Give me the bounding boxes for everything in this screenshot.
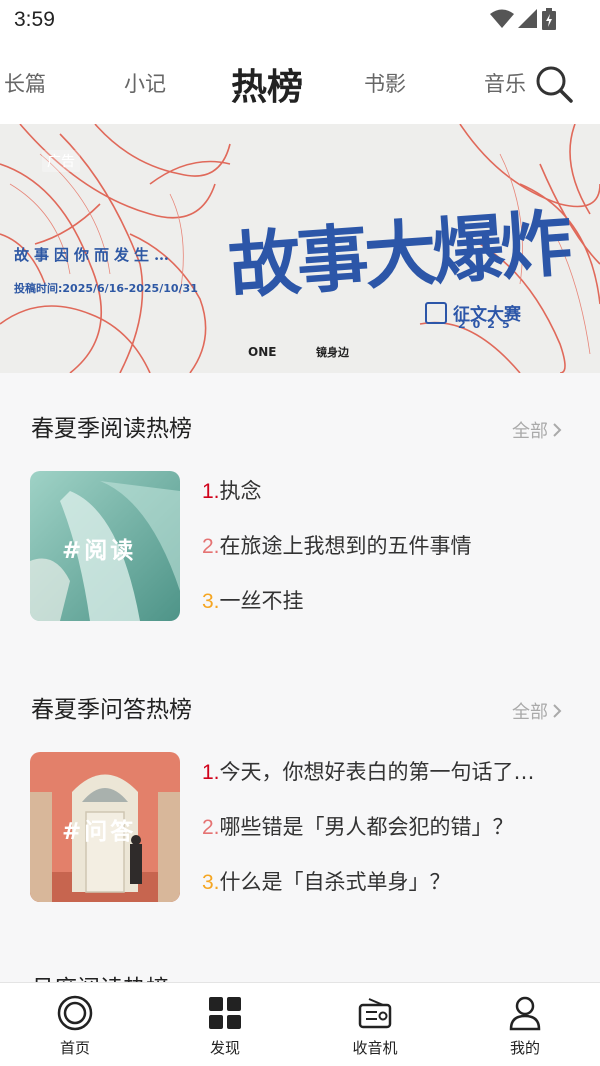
see-all-button[interactable]: 全部 xyxy=(512,417,562,443)
rank-item[interactable]: 2.在旅途上我想到的五件事情 xyxy=(202,530,572,560)
rank-title: 今天，你想好表白的第一句话了… xyxy=(219,760,535,784)
cover-label: #问答 xyxy=(62,819,137,845)
promo-banner[interactable]: 广告 故事因你而发生… 投稿时间:2025/6/16-2025/10/31 故事… xyxy=(0,124,600,373)
rank-number: 3. xyxy=(202,590,220,613)
search-icon[interactable] xyxy=(534,64,574,104)
tab-rebang[interactable]: 热榜 xyxy=(231,58,303,110)
radio-icon xyxy=(358,998,392,1029)
tab-shuying[interactable]: 书影 xyxy=(364,68,406,98)
profile-icon xyxy=(509,996,541,1031)
see-all-label: 全部 xyxy=(512,702,548,723)
nav-discover[interactable]: 发现 xyxy=(175,995,275,1058)
see-all-button[interactable]: 全部 xyxy=(512,698,562,724)
tab-changpian[interactable]: 长篇 xyxy=(4,68,46,98)
nav-profile[interactable]: 我的 xyxy=(475,995,575,1058)
status-time: 3:59 xyxy=(14,8,55,31)
bottom-nav: 首页 发现 收音机 我的 xyxy=(0,982,600,1066)
qa-cover[interactable]: #问答 xyxy=(30,752,180,902)
section-title: 春夏季问答热榜 xyxy=(31,697,192,723)
rank-title: 执念 xyxy=(219,479,262,503)
banner-tagline: 故事因你而发生… xyxy=(14,246,175,264)
rank-number: 3. xyxy=(202,871,220,894)
status-bar: 3:59 xyxy=(0,0,600,44)
chevron-right-icon xyxy=(553,704,562,718)
home-ring-icon xyxy=(57,995,93,1031)
contest-logo-icon xyxy=(425,301,447,324)
nav-label: 首页 xyxy=(59,1039,90,1057)
signal-icon xyxy=(518,9,537,28)
tab-xiaoji[interactable]: 小记 xyxy=(124,68,166,98)
status-icons xyxy=(490,8,556,30)
rank-title: 一丝不挂 xyxy=(219,589,304,613)
chevron-right-icon xyxy=(553,423,562,437)
wifi-icon xyxy=(490,9,514,28)
battery-icon xyxy=(542,8,556,30)
see-all-label: 全部 xyxy=(512,421,548,442)
rank-item[interactable]: 1.执念 xyxy=(202,475,572,505)
rank-number: 1. xyxy=(202,480,220,503)
top-tabs: 长篇 小记 热榜 书影 音乐 xyxy=(0,50,600,114)
tab-yinyue[interactable]: 音乐 xyxy=(484,68,526,98)
nav-label: 发现 xyxy=(209,1039,240,1057)
rank-title: 在旅途上我想到的五件事情 xyxy=(219,534,472,558)
ad-tag: 广告 xyxy=(42,150,80,172)
contest-year: 2025 xyxy=(458,318,517,331)
rank-item[interactable]: 2.哪些错是「男人都会犯的错」？ xyxy=(202,811,572,841)
rank-number: 2. xyxy=(202,816,220,839)
nav-label: 我的 xyxy=(509,1039,540,1057)
rank-item[interactable]: 3.什么是「自杀式单身」？ xyxy=(202,866,572,896)
nav-home[interactable]: 首页 xyxy=(25,995,125,1058)
rank-number: 2. xyxy=(202,535,220,558)
grid-icon xyxy=(209,997,241,1029)
brand-two-logo: 镜身边 xyxy=(316,346,349,359)
section-title: 月度阅读热榜 xyxy=(31,969,169,982)
brand-one-logo: ONE xyxy=(248,345,277,359)
cover-label: #阅读 xyxy=(62,538,137,564)
nav-radio[interactable]: 收音机 xyxy=(325,995,425,1058)
section-title: 春夏季阅读热榜 xyxy=(31,416,192,442)
hot-list-content: 春夏季阅读热榜 全部 #阅读 1.执念 2.在旅途上我想到的五件事情 3.一丝不… xyxy=(0,373,600,982)
reading-cover[interactable]: #阅读 xyxy=(30,471,180,621)
nav-label: 收音机 xyxy=(352,1039,398,1057)
rank-item[interactable]: 1.今天，你想好表白的第一句话了… xyxy=(202,756,572,786)
banner-date: 投稿时间:2025/6/16-2025/10/31 xyxy=(14,282,198,295)
rank-title: 哪些错是「男人都会犯的错」？ xyxy=(219,815,514,839)
rank-item[interactable]: 3.一丝不挂 xyxy=(202,585,572,615)
rank-number: 1. xyxy=(202,761,220,784)
rank-title: 什么是「自杀式单身」？ xyxy=(219,870,451,894)
